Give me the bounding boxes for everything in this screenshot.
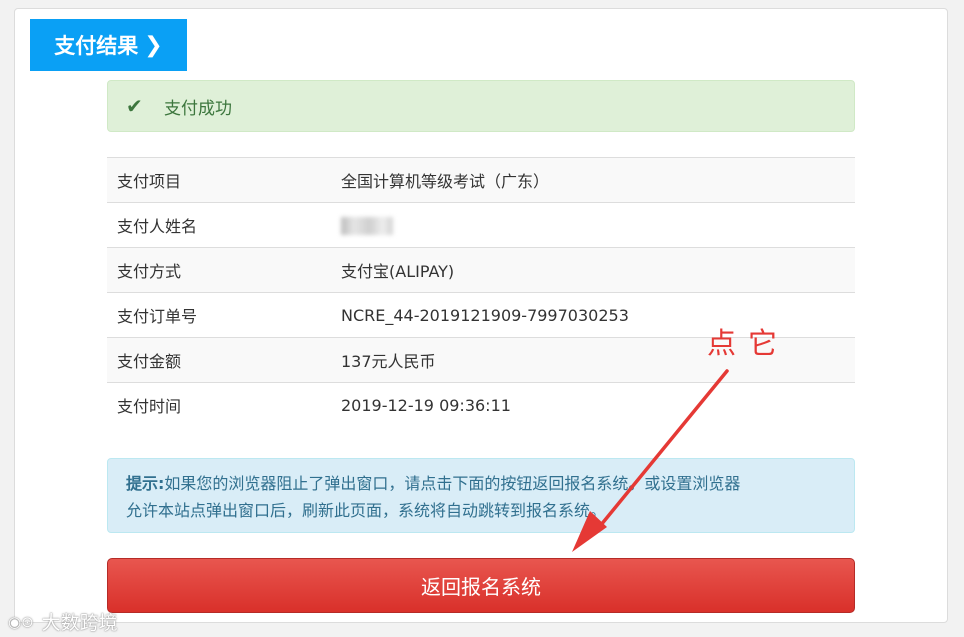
row-label: 支付金额 — [107, 337, 341, 383]
info-line-1: 如果您的浏览器阻止了弹出窗口，请点击下面的按钮返回报名系统。或设置浏览器 — [164, 474, 741, 493]
row-label: 支付时间 — [107, 382, 341, 428]
success-text: 支付成功 — [164, 98, 232, 119]
watermark: ◉⊙ 大数跨境 — [8, 608, 118, 635]
row-value: 2019-12-19 09:36:11 — [341, 382, 855, 428]
annotation-label: 点它 — [707, 326, 790, 360]
info-title: 提示: — [126, 474, 165, 493]
success-alert: ✔ 支付成功 — [107, 80, 855, 132]
info-line-2: 允许本站点弹出窗口后，刷新此页面，系统将自动跳转到报名系统。 — [126, 501, 607, 520]
table-row: 支付人姓名 — [107, 202, 855, 248]
row-label: 支付人姓名 — [107, 202, 341, 248]
table-row: 支付方式 支付宝(ALIPAY) — [107, 247, 855, 293]
table-row: 支付项目 全国计算机等级考试（广东） — [107, 157, 855, 203]
tab-label: 支付结果 — [54, 34, 139, 58]
redacted-name — [341, 216, 393, 235]
return-button-label: 返回报名系统 — [421, 575, 541, 599]
payment-details-table: 支付项目 全国计算机等级考试（广东） 支付人姓名 支付方式 支付宝(ALIPAY… — [107, 157, 855, 428]
watermark-logo-icon: ◉⊙ — [8, 612, 34, 631]
row-label: 支付方式 — [107, 247, 341, 293]
row-value: 支付宝(ALIPAY) — [341, 247, 855, 293]
payer-name-value — [341, 202, 855, 248]
table-row: 支付时间 2019-12-19 09:36:11 — [107, 382, 855, 428]
row-value: 全国计算机等级考试（广东） — [341, 157, 855, 203]
row-label: 支付项目 — [107, 157, 341, 203]
return-to-registration-button[interactable]: 返回报名系统 — [107, 558, 855, 613]
check-icon: ✔ — [126, 94, 143, 118]
info-alert: 提示:如果您的浏览器阻止了弹出窗口，请点击下面的按钮返回报名系统。或设置浏览器 … — [107, 458, 855, 533]
watermark-text: 大数跨境 — [41, 612, 118, 634]
payment-result-tab: 支付结果 ❯ — [30, 19, 187, 71]
row-label: 支付订单号 — [107, 292, 341, 338]
chevron-right-icon: ❯ — [144, 32, 163, 58]
